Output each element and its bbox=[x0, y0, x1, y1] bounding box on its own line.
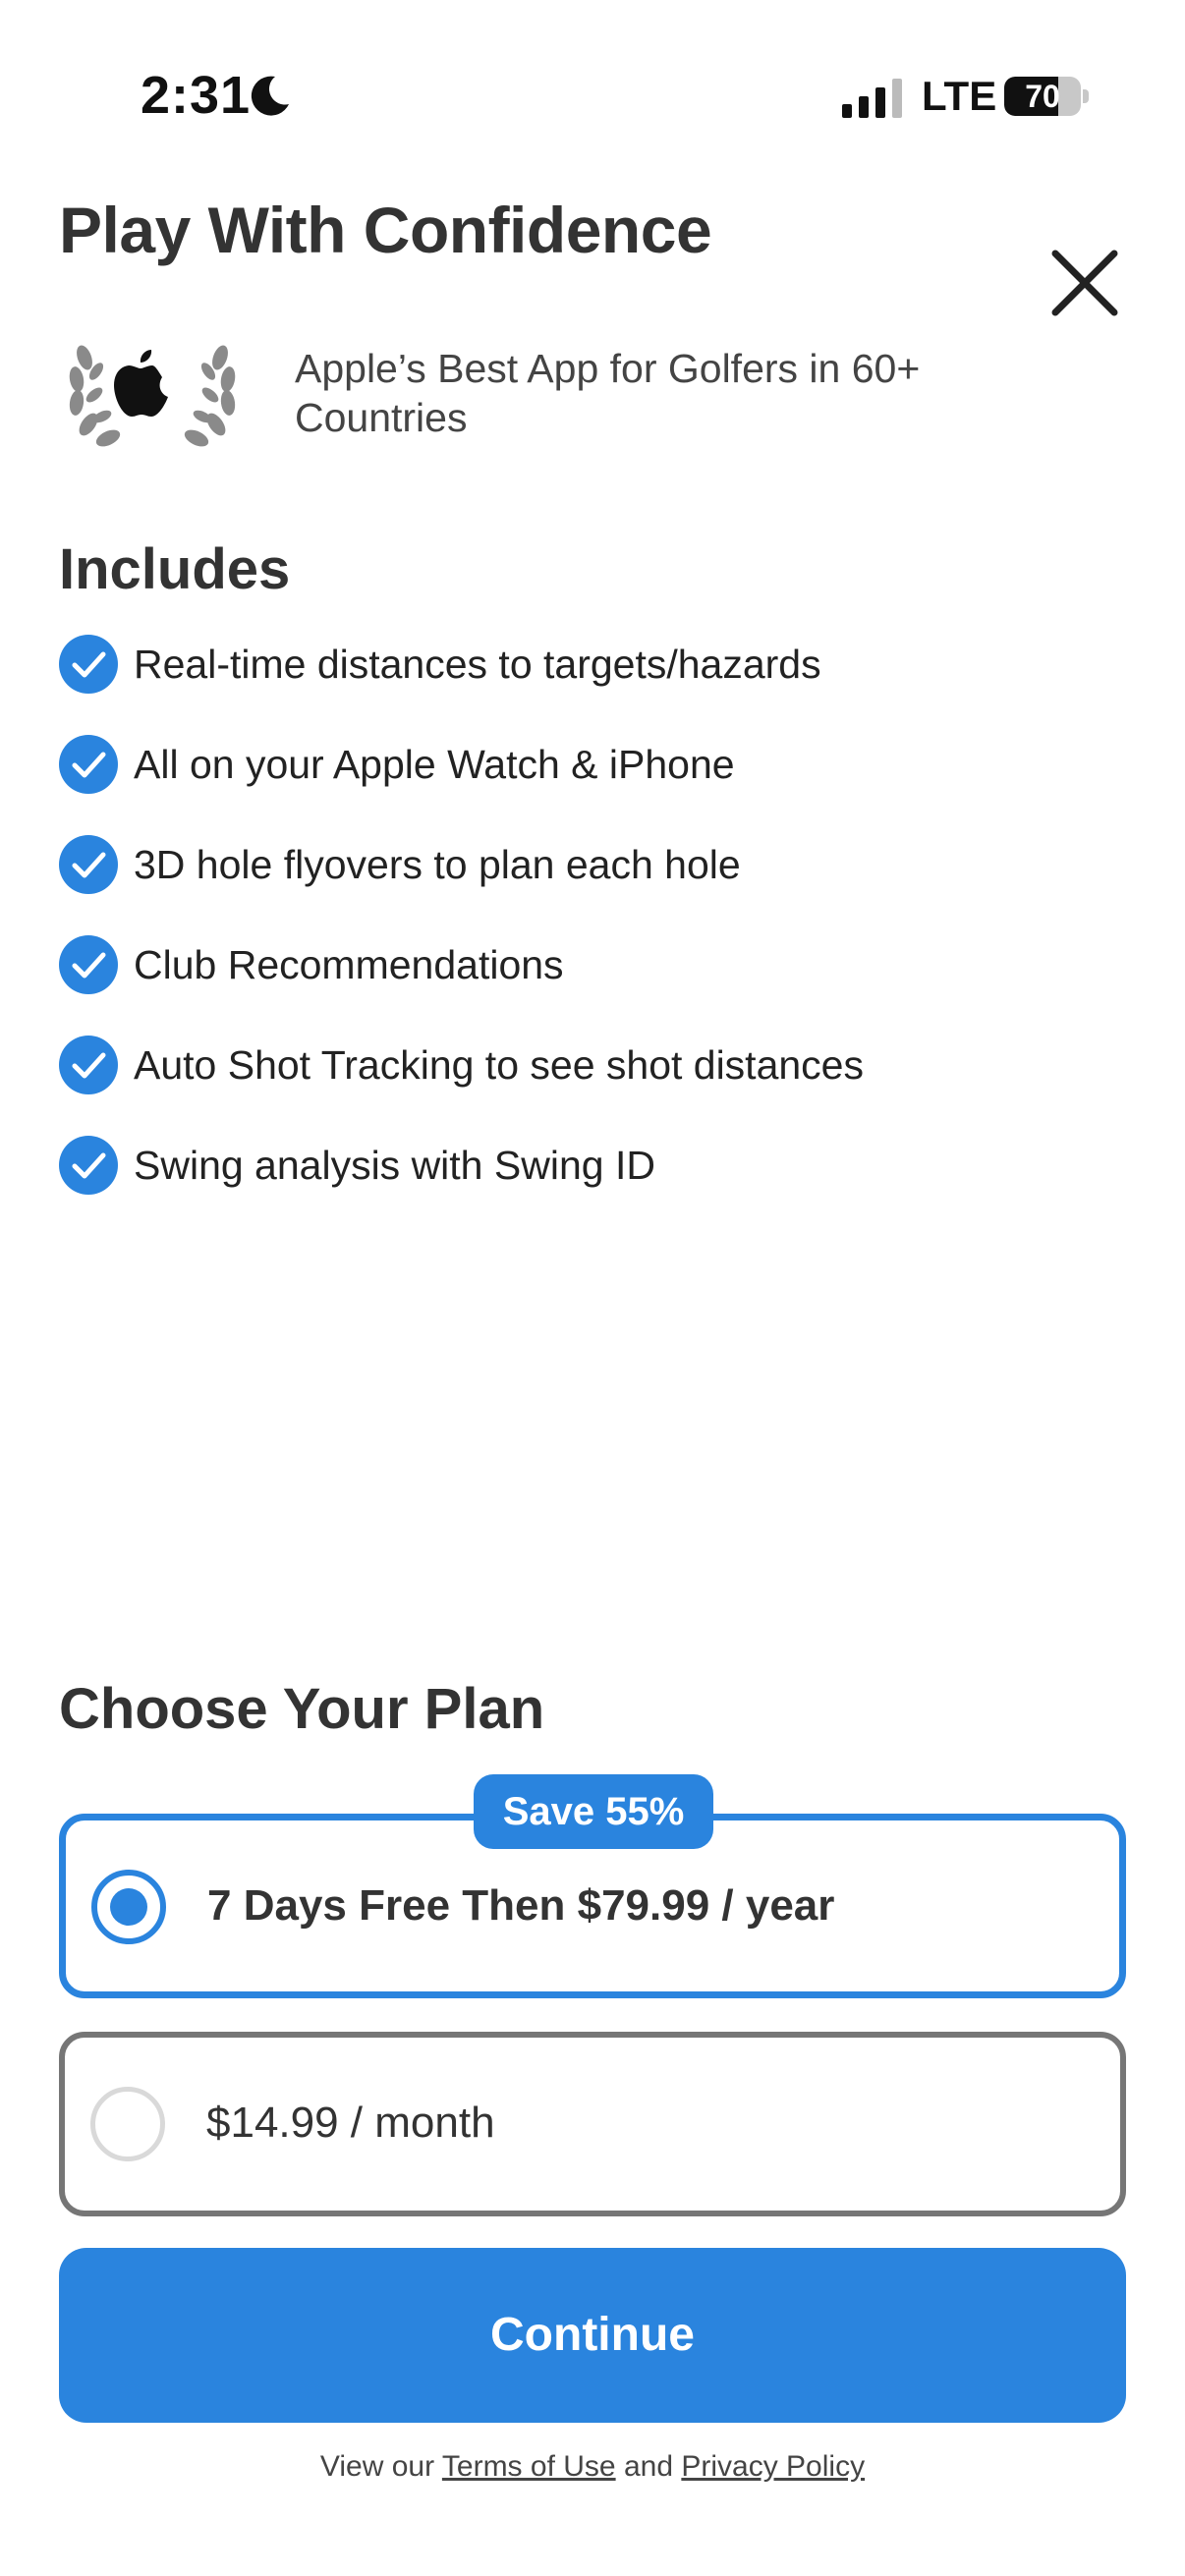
footer-prefix: View our bbox=[319, 2450, 435, 2483]
feature-item: Real-time distances to targets/hazards bbox=[59, 635, 1140, 735]
network-type: LTE bbox=[922, 73, 997, 119]
checkmark-icon bbox=[59, 1036, 118, 1094]
continue-button[interactable]: Continue bbox=[59, 2248, 1126, 2423]
feature-label: Club Recommendations bbox=[134, 942, 564, 987]
privacy-link[interactable]: Privacy Policy bbox=[681, 2450, 865, 2483]
radio-unselected-icon[interactable] bbox=[90, 2087, 165, 2161]
terms-link[interactable]: Terms of Use bbox=[442, 2450, 616, 2483]
feature-item: Club Recommendations bbox=[59, 935, 1140, 1036]
checkmark-icon bbox=[59, 735, 118, 794]
feature-label: Swing analysis with Swing ID bbox=[134, 1143, 655, 1188]
plan-option-monthly[interactable]: $14.99 / month bbox=[59, 2032, 1126, 2216]
plan-label-monthly: $14.99 / month bbox=[206, 2099, 495, 2147]
battery-icon: 70 bbox=[1004, 77, 1089, 116]
status-time: 2:31 bbox=[141, 66, 252, 125]
includes-heading: Includes bbox=[59, 537, 291, 601]
battery-percent: 70 bbox=[1025, 79, 1060, 114]
feature-item: 3D hole flyovers to plan each hole bbox=[59, 835, 1140, 935]
feature-label: 3D hole flyovers to plan each hole bbox=[134, 842, 741, 887]
legal-footer: View our Terms of Use and Privacy Policy bbox=[0, 2450, 1185, 2484]
feature-item: Swing analysis with Swing ID bbox=[59, 1136, 1140, 1236]
close-icon[interactable] bbox=[1047, 246, 1122, 320]
checkmark-icon bbox=[59, 1136, 118, 1195]
checkmark-icon bbox=[59, 835, 118, 894]
checkmark-icon bbox=[59, 935, 118, 994]
feature-label: All on your Apple Watch & iPhone bbox=[134, 742, 735, 787]
feature-label: Auto Shot Tracking to see shot distances bbox=[134, 1042, 864, 1088]
moon-icon bbox=[251, 76, 289, 116]
save-badge: Save 55% bbox=[474, 1774, 713, 1849]
checkmark-icon bbox=[59, 635, 118, 694]
feature-list: Real-time distances to targets/hazards A… bbox=[59, 635, 1140, 1236]
radio-selected-icon[interactable] bbox=[91, 1870, 166, 1944]
feature-item: All on your Apple Watch & iPhone bbox=[59, 735, 1140, 835]
feature-label: Real-time distances to targets/hazards bbox=[134, 642, 821, 687]
feature-item: Auto Shot Tracking to see shot distances bbox=[59, 1036, 1140, 1136]
signal-icon bbox=[842, 79, 902, 118]
footer-and: and bbox=[623, 2450, 674, 2483]
apple-laurel-icon bbox=[69, 345, 236, 447]
page-title: Play With Confidence bbox=[59, 194, 712, 266]
plan-heading: Choose Your Plan bbox=[59, 1677, 545, 1741]
status-bar: 2:31 LTE 70 bbox=[0, 0, 1185, 187]
award-text: Apple’s Best App for Golfers in 60+ Coun… bbox=[295, 346, 921, 440]
